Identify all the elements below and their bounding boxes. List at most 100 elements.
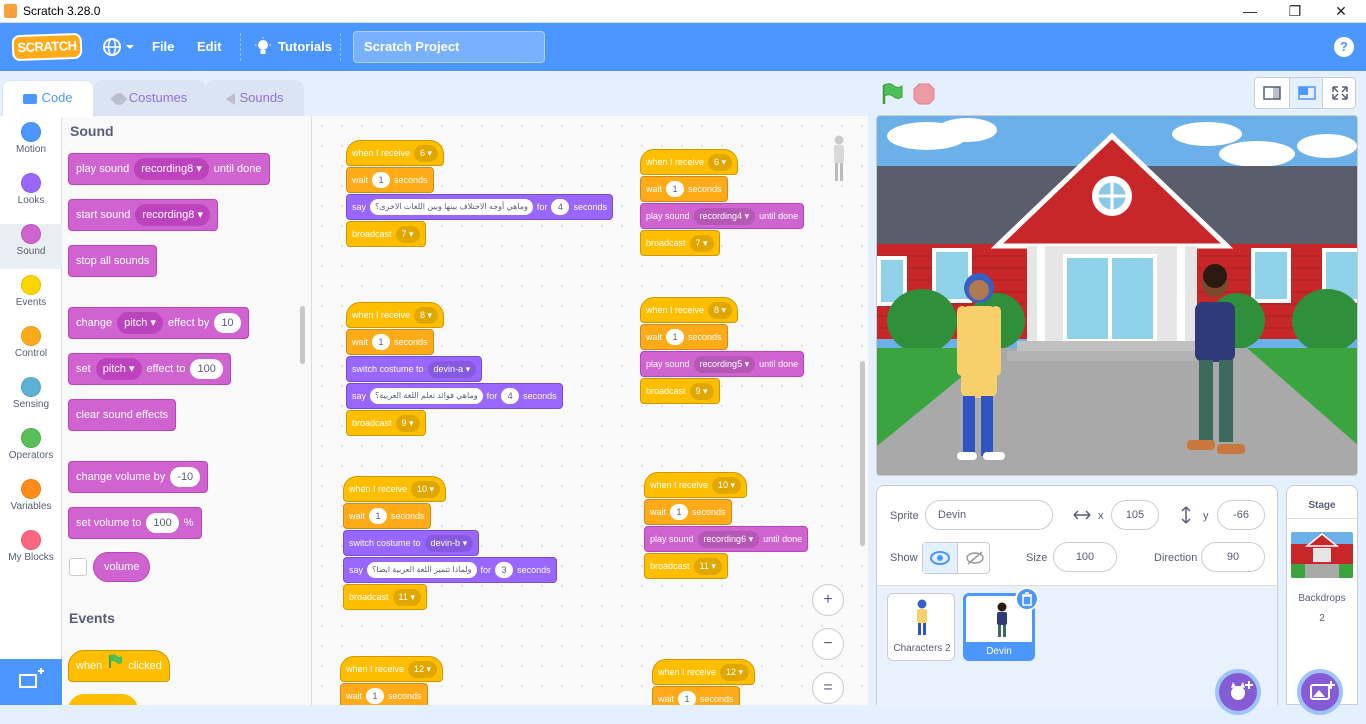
message-dropdown[interactable]: 6 ▾ <box>708 153 733 171</box>
block-set-volume[interactable]: set volume to 100 % <box>68 507 202 539</box>
stage-target-panel[interactable]: Stage Backdrops 2 <box>1286 485 1358 715</box>
script-play-sound[interactable]: play sound recording6 ▾ until done <box>644 526 809 552</box>
script-say-for[interactable]: say ولماذا تتميز اللغة العربية ايضا؟ for 3 s… <box>343 557 557 583</box>
category-sensing[interactable]: Sensing <box>0 377 62 422</box>
number-input[interactable]: 1 <box>670 504 689 520</box>
script-broadcast[interactable]: broadcast 9 ▾ <box>346 410 426 436</box>
sound-dropdown[interactable]: recording6 ▾ <box>697 530 760 548</box>
tutorials-menu[interactable]: Tutorials <box>278 39 332 54</box>
message-dropdown[interactable]: 12 ▾ <box>408 660 438 678</box>
maximize-button[interactable]: ❐ <box>1272 0 1318 23</box>
x-input[interactable]: 105 <box>1111 500 1159 530</box>
category-my-blocks[interactable]: My Blocks <box>0 530 62 575</box>
message-dropdown[interactable]: 11 ▾ <box>392 588 421 606</box>
block-change-volume[interactable]: change volume by -10 <box>68 461 209 493</box>
number-input[interactable]: 1 <box>666 181 685 197</box>
add-sprite-button[interactable] <box>1215 669 1261 715</box>
stage-canvas[interactable] <box>876 115 1358 476</box>
small-stage-icon[interactable] <box>1255 78 1289 108</box>
project-title-input[interactable]: Scratch Project <box>353 31 545 63</box>
tab-costumes[interactable]: Costumes <box>94 80 206 116</box>
hide-eye-icon[interactable] <box>957 543 991 573</box>
script-when-i-receive[interactable]: when I receive 8 ▾ <box>640 297 739 323</box>
sprite-name-input[interactable]: Devin <box>925 500 1053 530</box>
number-input[interactable]: 10 <box>214 313 241 333</box>
number-input[interactable]: 4 <box>551 199 570 215</box>
script-broadcast[interactable]: broadcast 11 ▾ <box>343 584 427 610</box>
script-when-i-receive[interactable]: when I receive 8 ▾ <box>346 302 445 328</box>
y-input[interactable]: -66 <box>1217 500 1265 530</box>
script-play-sound[interactable]: play sound recording4 ▾ until done <box>640 203 805 229</box>
zoom-out-button[interactable]: − <box>812 628 844 660</box>
script-area-scrollbar[interactable] <box>860 361 865 546</box>
text-input[interactable]: وماهي أوجه الاختلاف بينها وبين اللغات ال… <box>370 199 533 215</box>
add-backdrop-button[interactable] <box>1297 669 1343 715</box>
script-when-i-receive[interactable]: when I receive 10 ▾ <box>343 476 447 502</box>
tab-sounds[interactable]: Sounds <box>206 80 304 116</box>
stop-icon[interactable] <box>912 82 936 106</box>
message-dropdown[interactable]: 9 ▾ <box>689 382 714 400</box>
zoom-reset-button[interactable]: = <box>812 672 844 704</box>
block-clear-sound-effects[interactable]: clear sound effects <box>68 399 177 431</box>
number-input[interactable]: 1 <box>372 172 391 188</box>
edit-menu[interactable]: Edit <box>197 39 222 54</box>
effect-dropdown[interactable]: pitch ▾ <box>117 312 163 334</box>
zoom-in-button[interactable]: + <box>812 584 844 616</box>
script-say-for[interactable]: say وماهي أوجه الاختلاف بينها وبين اللغات… <box>346 194 613 220</box>
sound-dropdown[interactable]: recording8 ▾ <box>134 158 209 180</box>
script-when-i-receive[interactable]: when I receive 6 ▾ <box>640 149 739 175</box>
number-input[interactable]: 4 <box>501 388 520 404</box>
message-dropdown[interactable]: 10 ▾ <box>411 480 441 498</box>
message-dropdown[interactable]: 8 ▾ <box>414 306 439 324</box>
message-dropdown[interactable]: 9 ▾ <box>395 414 420 432</box>
script-switch-costume[interactable]: switch costume to devin-a ▾ <box>346 356 483 382</box>
message-dropdown[interactable]: 7 ▾ <box>395 225 420 243</box>
green-flag-icon[interactable] <box>880 82 904 106</box>
text-input[interactable]: وماهي فوائد تعلم اللغة العربية؟ <box>370 388 483 404</box>
costume-dropdown[interactable]: devin-b ▾ <box>424 534 474 552</box>
category-control[interactable]: Control <box>0 326 62 371</box>
number-input[interactable]: 1 <box>678 691 697 705</box>
script-wait[interactable]: wait 1 seconds <box>340 683 428 705</box>
size-input[interactable]: 100 <box>1053 542 1117 572</box>
add-extension-button[interactable] <box>0 659 62 705</box>
script-broadcast[interactable]: broadcast 11 ▾ <box>644 553 728 579</box>
script-when-i-receive[interactable]: when I receive 10 ▾ <box>644 472 748 498</box>
script-wait[interactable]: wait 1 seconds <box>343 503 431 529</box>
category-sound[interactable]: Sound <box>0 224 62 269</box>
script-wait[interactable]: wait 1 seconds <box>644 499 732 525</box>
number-input[interactable]: 1 <box>366 688 385 704</box>
block-partial-event[interactable] <box>68 694 138 705</box>
number-input[interactable]: 1 <box>369 508 388 524</box>
script-switch-costume[interactable]: switch costume to devin-b ▾ <box>343 530 480 556</box>
script-say-for[interactable]: say وماهي فوائد تعلم اللغة العربية؟ for 4 se… <box>346 383 563 409</box>
script-when-i-receive[interactable]: when I receive 12 ▾ <box>652 659 756 685</box>
backdrop-thumbnail[interactable] <box>1291 532 1353 578</box>
scratch-logo[interactable]: SCRATCH <box>11 32 83 62</box>
sprite-tile-characters-2[interactable]: Characters 2 <box>887 593 955 661</box>
language-globe-icon[interactable] <box>102 37 136 57</box>
tab-code[interactable]: Code <box>2 80 94 117</box>
close-button[interactable]: ✕ <box>1318 0 1364 23</box>
category-events[interactable]: Events <box>0 275 62 320</box>
number-input[interactable]: 100 <box>190 359 223 379</box>
category-motion[interactable]: Motion <box>0 122 62 167</box>
script-wait[interactable]: wait 1 seconds <box>640 176 728 202</box>
category-looks[interactable]: Looks <box>0 173 62 218</box>
message-dropdown[interactable]: 12 ▾ <box>720 663 750 681</box>
script-when-i-receive[interactable]: when I receive 6 ▾ <box>346 140 445 166</box>
script-area[interactable]: when I receive 6 ▾ wait 1 seconds say وماهي … <box>312 116 868 705</box>
block-when-flag-clicked[interactable]: when clicked <box>68 650 170 682</box>
script-wait[interactable]: wait 1 seconds <box>346 167 434 193</box>
message-dropdown[interactable]: 11 ▾ <box>693 557 722 575</box>
script-play-sound[interactable]: play sound recording5 ▾ until done <box>640 351 805 377</box>
number-input[interactable]: 3 <box>495 562 514 578</box>
message-dropdown[interactable]: 7 ▾ <box>689 234 714 252</box>
script-broadcast[interactable]: broadcast 9 ▾ <box>640 378 720 404</box>
number-input[interactable]: 100 <box>146 513 179 533</box>
number-input[interactable]: 1 <box>666 329 685 345</box>
script-wait[interactable]: wait 1 seconds <box>652 686 740 705</box>
number-input[interactable]: 1 <box>372 334 391 350</box>
minimize-button[interactable]: — <box>1227 0 1273 23</box>
block-start-sound[interactable]: start sound recording8 ▾ <box>68 199 218 231</box>
